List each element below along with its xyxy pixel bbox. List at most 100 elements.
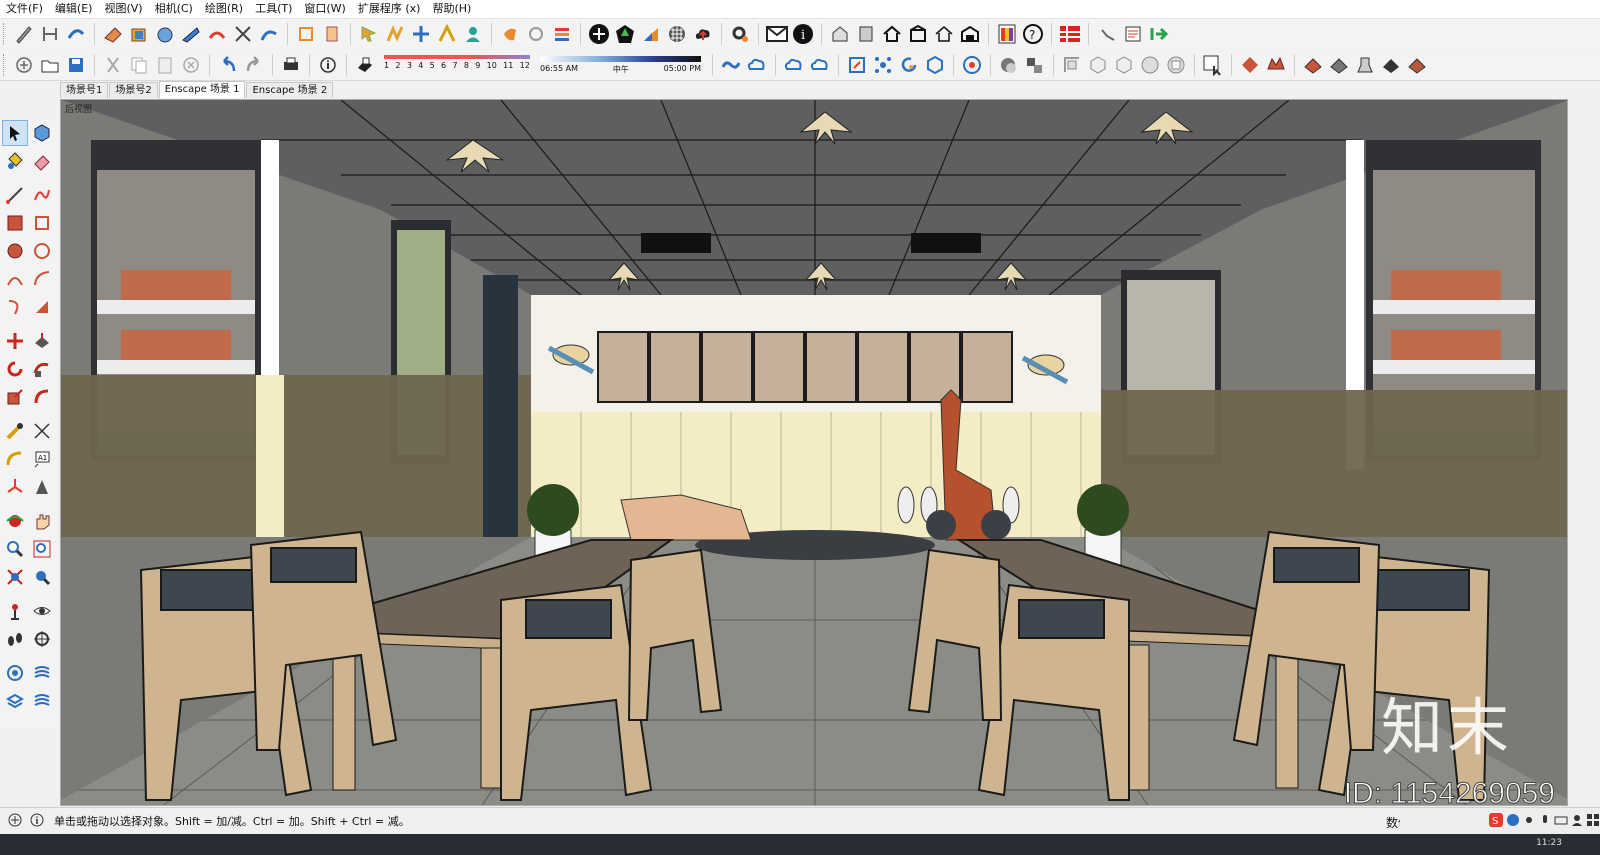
scale-tool-icon[interactable]	[3, 385, 27, 409]
book-icon[interactable]	[854, 22, 878, 46]
menu-edit[interactable]: 编辑(E)	[49, 0, 99, 18]
ime-keyboard-icon[interactable]	[1554, 813, 1568, 830]
flags-icon[interactable]	[639, 22, 663, 46]
home-outline-icon[interactable]	[932, 22, 956, 46]
status-info-icon[interactable]	[30, 813, 44, 830]
rotate-tool-icon[interactable]	[3, 357, 27, 381]
layers-icon[interactable]	[550, 22, 574, 46]
mesh-icon[interactable]	[1301, 53, 1325, 77]
scissors-icon[interactable]	[231, 22, 255, 46]
paste-icon[interactable]	[153, 53, 177, 77]
cloud-link-icon[interactable]	[745, 53, 769, 77]
time-slider[interactable]: 06:55 AM 中午 05:00 PM	[538, 52, 703, 78]
refresh-icon[interactable]	[524, 22, 548, 46]
user-icon[interactable]	[461, 22, 485, 46]
box-icon[interactable]	[127, 22, 151, 46]
warehouse-icon[interactable]	[958, 22, 982, 46]
previous-view-icon[interactable]	[31, 565, 55, 589]
settings-icon[interactable]	[728, 22, 752, 46]
line-tool-icon[interactable]	[3, 183, 27, 207]
undo-icon[interactable]	[1095, 22, 1119, 46]
material-icon[interactable]	[995, 22, 1019, 46]
scene-tab-enscape-2[interactable]: Enscape 场景 2	[246, 82, 334, 98]
menu-camera[interactable]: 相机(C)	[149, 0, 199, 18]
scene-tab-1[interactable]: 场景号1	[60, 82, 109, 98]
model-viewport[interactable]: 后视图 知末 ID: 1154269059	[60, 99, 1568, 806]
zoom-extents-icon[interactable]	[3, 565, 27, 589]
back-view-icon[interactable]	[1164, 53, 1188, 77]
dimension-icon[interactable]	[38, 22, 62, 46]
menu-tools[interactable]: 工具(T)	[249, 0, 298, 18]
axes-icon[interactable]	[3, 475, 27, 499]
polygon-icon[interactable]	[31, 239, 55, 263]
move-tool-icon[interactable]	[3, 329, 27, 353]
move-icon[interactable]	[409, 22, 433, 46]
follow-me-tool-icon[interactable]	[31, 357, 55, 381]
push-pull-icon[interactable]	[31, 329, 55, 353]
export-icon[interactable]	[1147, 22, 1171, 46]
notes-icon[interactable]	[1121, 22, 1145, 46]
info-icon[interactable]: i	[791, 22, 815, 46]
open-icon[interactable]	[38, 53, 62, 77]
menu-draw[interactable]: 绘图(R)	[199, 0, 249, 18]
circle-icon[interactable]	[3, 239, 27, 263]
link-icon[interactable]	[719, 53, 743, 77]
drape-icon[interactable]	[1353, 53, 1377, 77]
right-view-icon[interactable]	[1138, 53, 1162, 77]
model-info-icon[interactable]	[316, 53, 340, 77]
iso-view-icon[interactable]	[1060, 53, 1084, 77]
flip-icon[interactable]	[1379, 53, 1403, 77]
network-icon[interactable]	[871, 53, 895, 77]
orbit-icon[interactable]	[997, 53, 1021, 77]
geo-location-icon[interactable]	[8, 813, 22, 830]
sandbox-contours-icon[interactable]	[3, 661, 27, 685]
delete-icon[interactable]	[179, 53, 203, 77]
top-view-icon[interactable]	[1086, 53, 1110, 77]
home-icon[interactable]	[880, 22, 904, 46]
sandbox-icon[interactable]	[257, 22, 281, 46]
tree-icon[interactable]	[613, 22, 637, 46]
section-icon[interactable]	[294, 22, 318, 46]
toolbar-grip[interactable]	[3, 23, 7, 45]
look-around-icon[interactable]	[31, 599, 55, 623]
add-circle-icon[interactable]	[587, 22, 611, 46]
sphere-icon[interactable]	[153, 22, 177, 46]
three-point-arc-icon[interactable]	[3, 295, 27, 319]
eraser-icon[interactable]	[101, 22, 125, 46]
component-icon[interactable]	[498, 22, 522, 46]
menu-file[interactable]: 文件(F)	[0, 0, 49, 18]
house-3d-icon[interactable]	[828, 22, 852, 46]
two-point-arc-icon[interactable]	[31, 267, 55, 291]
arc-icon[interactable]	[205, 22, 229, 46]
ime-apps-icon[interactable]	[1586, 813, 1600, 830]
ime-punct-icon[interactable]	[1522, 813, 1536, 830]
cloud-upload-icon[interactable]	[691, 22, 715, 46]
cut-icon[interactable]	[101, 53, 125, 77]
cube-icon[interactable]	[923, 53, 947, 77]
cloud-icon[interactable]	[782, 53, 806, 77]
rotate-icon[interactable]	[897, 53, 921, 77]
terrain-icon[interactable]	[1264, 53, 1288, 77]
offset-icon[interactable]	[31, 385, 55, 409]
section-plane-icon[interactable]	[320, 22, 344, 46]
menu-help[interactable]: 帮助(H)	[426, 0, 477, 18]
smooth-icon[interactable]	[1405, 53, 1429, 77]
sandbox-scratch-icon[interactable]	[31, 661, 55, 685]
tape-measure-icon[interactable]	[3, 419, 27, 443]
path-icon[interactable]	[383, 22, 407, 46]
rotated-rectangle-icon[interactable]	[31, 211, 55, 235]
pie-icon[interactable]	[31, 295, 55, 319]
mail-icon[interactable]	[765, 22, 789, 46]
scene-tab-2[interactable]: 场景号2	[109, 82, 158, 98]
ime-mic-icon[interactable]	[1538, 813, 1552, 830]
save-icon[interactable]	[64, 53, 88, 77]
make-component-icon[interactable]	[31, 121, 55, 145]
dimension-tool-icon[interactable]	[31, 419, 55, 443]
pointer-arrow-icon[interactable]	[357, 22, 381, 46]
texture-icon[interactable]	[1023, 53, 1047, 77]
copy-icon[interactable]	[127, 53, 151, 77]
rectangle-icon[interactable]	[3, 211, 27, 235]
select-arrow-icon[interactable]	[2, 120, 28, 146]
protractor-icon[interactable]	[3, 447, 27, 471]
zoom-window-icon[interactable]	[31, 537, 55, 561]
